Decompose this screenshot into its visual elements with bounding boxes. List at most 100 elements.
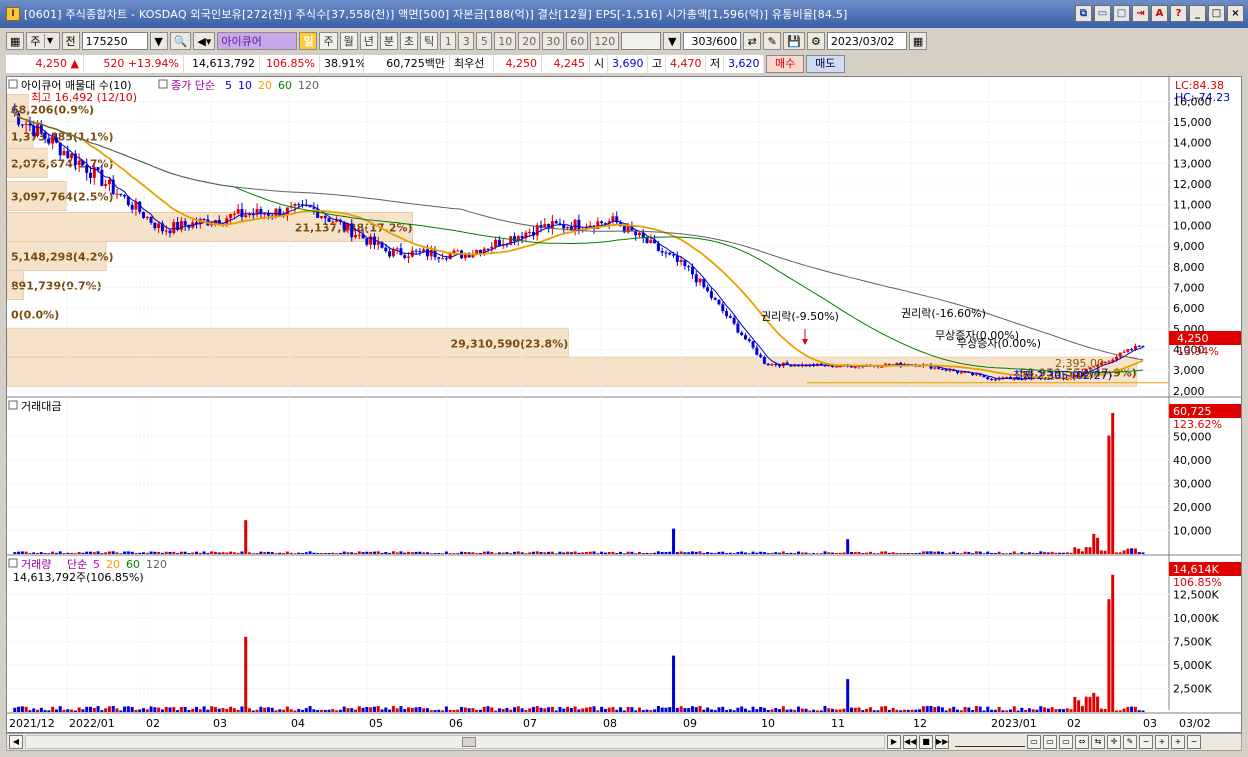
- close-button[interactable]: ×: [1227, 5, 1244, 22]
- volume-toggle-icon[interactable]: [8, 558, 18, 568]
- fast-forward-icon[interactable]: ▶▶: [935, 735, 949, 749]
- chart-area[interactable]: 아이큐어 매물대 수(10) 종가 단순 5 10 20 60 120 LC:84.38…: [6, 76, 1242, 733]
- layout-icon-1[interactable]: ▭: [1027, 735, 1041, 749]
- amount-bar: [1107, 435, 1111, 554]
- shrink-icon[interactable]: ⇆: [1091, 735, 1105, 749]
- legend-ma-label: 종가 단순: [171, 79, 215, 92]
- amount-bar: [1061, 552, 1065, 554]
- crosshair-icon[interactable]: ✛: [1107, 735, 1121, 749]
- interval-5[interactable]: 5: [476, 32, 493, 50]
- font-icon[interactable]: A: [1151, 5, 1168, 22]
- scroll-track[interactable]: [25, 735, 885, 749]
- period-day[interactable]: 일: [299, 32, 318, 50]
- restore-panel-icon[interactable]: □: [1113, 5, 1130, 22]
- candle-body: [1137, 345, 1141, 347]
- maximize-button[interactable]: □: [1208, 5, 1225, 22]
- zoom-in-icon[interactable]: +: [1155, 735, 1169, 749]
- count-field[interactable]: 303/600: [683, 32, 742, 50]
- candle-body: [456, 250, 460, 252]
- volume-bar: [456, 709, 460, 712]
- amount-bar: [740, 551, 744, 554]
- interval-60[interactable]: 60: [566, 32, 589, 50]
- candle-body: [425, 249, 429, 257]
- zoom-in-alt-icon[interactable]: +: [1171, 735, 1185, 749]
- amount-bar: [562, 552, 566, 554]
- scroll-thumb[interactable]: [462, 737, 476, 747]
- volume-bar: [100, 710, 104, 712]
- interval-10[interactable]: 10: [494, 32, 517, 50]
- interval-custom-input[interactable]: [621, 32, 662, 50]
- buy-button[interactable]: 매수: [766, 55, 805, 73]
- interval-120[interactable]: 120: [590, 32, 620, 50]
- title-buttons: ⧉ ▭ □ ⇥ A ? _ □ ×: [1075, 5, 1244, 22]
- play-icon[interactable]: ▶: [887, 735, 901, 749]
- interval-3[interactable]: 3: [458, 32, 475, 50]
- amount-bar: [725, 553, 729, 554]
- volume-bar: [1039, 706, 1043, 712]
- zoom-slider[interactable]: [955, 737, 1025, 747]
- x-tick-label: 03: [1143, 717, 1157, 730]
- period-month[interactable]: 월: [339, 32, 358, 50]
- chart-type-icon[interactable]: ▦: [6, 32, 25, 50]
- minimize-panel-icon[interactable]: ▭: [1094, 5, 1111, 22]
- stock-name-field[interactable]: 아이큐어: [217, 32, 298, 50]
- interval-1[interactable]: 1: [440, 32, 457, 50]
- volume-bar: [232, 708, 236, 712]
- save-icon[interactable]: 💾: [783, 32, 805, 50]
- zoom-out-alt-icon[interactable]: −: [1187, 735, 1201, 749]
- volume-bar: [354, 709, 358, 712]
- rewind-icon[interactable]: ◀◀: [903, 735, 917, 749]
- date-input[interactable]: 2023/03/02: [826, 32, 907, 50]
- settings-icon[interactable]: ⚙: [806, 32, 825, 50]
- stock-chart[interactable]: 아이큐어 매물대 수(10) 종가 단순 5 10 20 60 120 LC:84.38…: [7, 77, 1241, 732]
- help-icon[interactable]: ?: [1170, 5, 1187, 22]
- amount-toggle-icon[interactable]: [8, 400, 18, 410]
- volume-bar: [649, 710, 653, 712]
- period-year[interactable]: 년: [359, 32, 378, 50]
- volume-bar: [868, 707, 872, 712]
- ma-toggle-icon[interactable]: [158, 79, 168, 89]
- panel-toggle-icon[interactable]: [8, 79, 18, 89]
- amount-bar: [486, 551, 490, 554]
- amount-bar: [554, 553, 558, 554]
- prev-button[interactable]: 전: [61, 32, 80, 50]
- sell-button[interactable]: 매도: [806, 55, 845, 73]
- calendar-icon[interactable]: ▦: [908, 32, 928, 50]
- period-tick[interactable]: 틱: [420, 32, 439, 50]
- indicator-icon[interactable]: ✎: [763, 32, 782, 50]
- amount-bar: [880, 551, 884, 554]
- scroll-left-icon[interactable]: ◀: [9, 735, 23, 749]
- period-week[interactable]: 주: [319, 32, 338, 50]
- interval-dropdown-icon[interactable]: ▼: [663, 32, 682, 50]
- volume-bar: [372, 706, 376, 712]
- volume-bar: [380, 709, 384, 712]
- stop-icon[interactable]: ■: [919, 735, 933, 749]
- draw-icon[interactable]: ✎: [1123, 735, 1137, 749]
- interval-20[interactable]: 20: [518, 32, 541, 50]
- speaker-icon[interactable]: ◀▾: [193, 32, 216, 50]
- chart-tools-icon[interactable]: ⇄: [743, 32, 762, 50]
- amount-bar: [1133, 548, 1137, 554]
- amount-bar: [43, 553, 47, 554]
- layout-icon-2[interactable]: ▭: [1043, 735, 1057, 749]
- interval-30[interactable]: 30: [542, 32, 565, 50]
- amount-bar: [690, 551, 694, 554]
- volume-bar: [884, 706, 888, 712]
- layout-icon-3[interactable]: ▭: [1059, 735, 1073, 749]
- stock-code-input[interactable]: 175250: [81, 32, 148, 50]
- search-icon[interactable]: 🔍: [169, 32, 192, 50]
- amount-bar: [126, 551, 130, 554]
- expand-icon[interactable]: ⇔: [1075, 735, 1089, 749]
- code-dropdown-icon[interactable]: ▼: [149, 32, 168, 50]
- link-icon[interactable]: ⇥: [1132, 5, 1149, 22]
- minimize-button[interactable]: _: [1189, 5, 1206, 22]
- period-minute[interactable]: 분: [379, 32, 398, 50]
- zoom-out-icon[interactable]: −: [1139, 735, 1153, 749]
- amount-bar: [452, 553, 456, 554]
- tile-icon[interactable]: ⧉: [1075, 5, 1092, 22]
- amount-bar: [865, 552, 869, 554]
- period-second[interactable]: 초: [399, 32, 419, 50]
- chart-menu-dropdown[interactable]: 주 ▼: [26, 32, 60, 50]
- y-tick-label: 3,000: [1173, 364, 1205, 377]
- amount-bar: [543, 552, 547, 554]
